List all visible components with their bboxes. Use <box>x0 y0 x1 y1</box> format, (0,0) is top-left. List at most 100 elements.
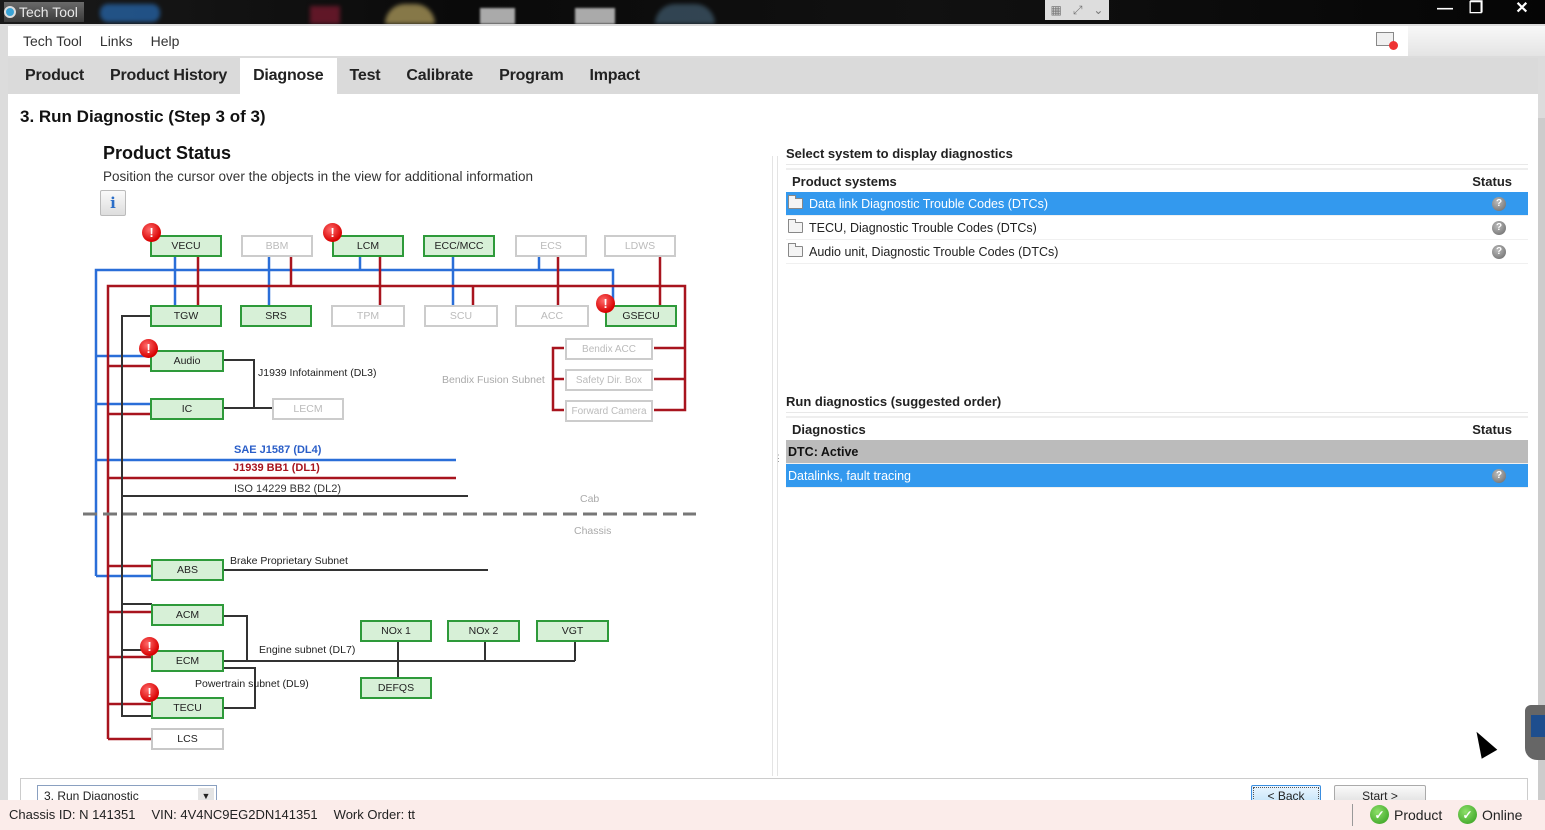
menu-bar-right <box>1408 26 1545 56</box>
col-status[interactable]: Status <box>1472 174 1512 189</box>
node-tecu[interactable]: TECU <box>151 697 224 719</box>
warning-icon: ! <box>140 637 159 656</box>
menu-tech-tool[interactable]: Tech Tool <box>23 33 82 49</box>
tab-product-history[interactable]: Product History <box>97 58 240 94</box>
node-ic[interactable]: IC <box>150 398 224 420</box>
panel-splitter[interactable]: ⋮ <box>772 156 783 776</box>
chassis-id: Chassis ID: N 141351 <box>9 807 136 822</box>
col-product-systems[interactable]: Product systems <box>792 174 897 189</box>
warning-icon: ! <box>323 223 342 242</box>
col-status[interactable]: Status <box>1472 422 1512 437</box>
warning-icon: ! <box>140 683 159 702</box>
status-separator <box>1352 804 1353 826</box>
system-row[interactable]: Data link Diagnostic Trouble Codes (DTCs… <box>786 192 1528 216</box>
diagnostics-table: Diagnostics Status DTC: Active Datalinks… <box>786 416 1528 488</box>
label-powertrain-subnet: Powertrain subnet (DL9) <box>195 678 309 690</box>
check-icon: ✓ <box>1370 805 1389 824</box>
label-engine-subnet: Engine subnet (DL7) <box>259 644 356 656</box>
background-blur <box>310 6 340 24</box>
tab-product[interactable]: Product <box>12 58 97 94</box>
warning-icon: ! <box>142 223 161 242</box>
unknown-status-icon: ? <box>1492 196 1506 211</box>
splitter-grip[interactable]: ⋮ <box>774 454 783 463</box>
node-lecm[interactable]: LECM <box>272 398 344 420</box>
diagnostic-row[interactable]: Datalinks, fault tracing ? <box>786 464 1528 488</box>
app-window: Tech Tool Links Help Product Product His… <box>0 24 1545 830</box>
node-safety-dir-box[interactable]: Safety Dir. Box <box>565 369 653 391</box>
node-tgw[interactable]: TGW <box>150 305 222 327</box>
app-title-text: Tech Tool <box>19 4 78 20</box>
node-abs[interactable]: ABS <box>151 559 224 581</box>
background-blur <box>655 4 715 24</box>
menu-links[interactable]: Links <box>100 33 133 49</box>
node-defqs[interactable]: DEFQS <box>360 677 432 699</box>
node-vgt[interactable]: VGT <box>536 620 609 642</box>
folder-icon <box>788 243 803 257</box>
node-acm[interactable]: ACM <box>151 604 224 626</box>
label-infotainment: J1939 Infotainment (DL3) <box>258 367 377 379</box>
side-panel-tab[interactable] <box>1525 705 1545 760</box>
restore-button[interactable]: ❐ <box>1458 0 1494 20</box>
work-order: Work Order: tt <box>333 807 416 822</box>
node-forward-camera[interactable]: Forward Camera <box>565 400 653 422</box>
product-indicator[interactable]: ✓ Product <box>1370 805 1442 824</box>
warning-icon: ! <box>596 294 615 313</box>
background-blur <box>385 4 435 24</box>
message-alert-icon[interactable] <box>1376 32 1398 50</box>
node-nox2[interactable]: NOx 2 <box>447 620 520 642</box>
node-lcs[interactable]: LCS <box>151 728 224 750</box>
group-label: DTC: Active <box>788 444 859 459</box>
node-scu[interactable]: SCU <box>424 305 498 327</box>
tab-program[interactable]: Program <box>486 58 576 94</box>
label-bendix-subnet: Bendix Fusion Subnet <box>442 374 545 386</box>
window-edge <box>1538 118 1545 800</box>
system-row[interactable]: TECU, Diagnostic Trouble Codes (DTCs) ? <box>786 216 1528 240</box>
tab-test[interactable]: Test <box>337 58 394 94</box>
check-icon: ✓ <box>1458 805 1477 824</box>
node-ldws[interactable]: LDWS <box>604 235 676 257</box>
label-j1939-bb1: J1939 BB1 (DL1) <box>233 462 320 474</box>
tab-impact[interactable]: Impact <box>577 58 653 94</box>
online-indicator-label: Online <box>1482 806 1523 823</box>
chevron-down-icon[interactable]: ⌄ <box>1093 3 1103 17</box>
tab-diagnose[interactable]: Diagnose <box>240 58 337 94</box>
col-diagnostics[interactable]: Diagnostics <box>792 422 866 437</box>
section-divider <box>786 412 1528 413</box>
node-ecs[interactable]: ECS <box>515 235 587 257</box>
background-blur <box>575 8 615 24</box>
system-row[interactable]: Audio unit, Diagnostic Trouble Codes (DT… <box>786 240 1528 264</box>
node-ecc-mcc[interactable]: ECC/MCC <box>423 235 495 257</box>
node-nox1[interactable]: NOx 1 <box>360 620 432 642</box>
menu-bar: Tech Tool Links Help <box>8 26 1408 56</box>
label-sae-j1587: SAE J1587 (DL4) <box>234 444 322 456</box>
folder-icon <box>788 219 803 233</box>
node-lcm[interactable]: LCM <box>332 235 404 257</box>
system-label: TECU, Diagnostic Trouble Codes (DTCs) <box>809 220 1037 235</box>
unknown-status-icon: ? <box>1492 468 1506 483</box>
menu-help[interactable]: Help <box>151 33 180 49</box>
node-srs[interactable]: SRS <box>240 305 312 327</box>
node-gsecu[interactable]: GSECU <box>605 305 677 327</box>
node-tpm[interactable]: TPM <box>331 305 405 327</box>
node-acc[interactable]: ACC <box>515 305 589 327</box>
diagnostics-table-header: Diagnostics Status <box>786 416 1528 440</box>
remote-toolbar[interactable]: ▦ ⤢ ⌄ <box>1045 0 1109 20</box>
main-panel: 3. Run Diagnostic (Step 3 of 3) Product … <box>8 94 1538 812</box>
expand-icon[interactable]: ⤢ <box>1073 3 1083 18</box>
node-vecu[interactable]: VECU <box>150 235 222 257</box>
node-bendix-acc[interactable]: Bendix ACC <box>565 338 653 360</box>
online-indicator[interactable]: ✓ Online <box>1458 805 1522 824</box>
node-audio[interactable]: Audio <box>150 350 224 372</box>
warning-icon: ! <box>139 339 158 358</box>
grid-icon[interactable]: ▦ <box>1050 3 1061 17</box>
close-button[interactable]: ✕ <box>1504 0 1540 20</box>
systems-table: Product systems Status Data link Diagnos… <box>786 168 1528 264</box>
app-title: Tech Tool <box>4 2 84 22</box>
node-bbm[interactable]: BBM <box>241 235 313 257</box>
node-ecm[interactable]: ECM <box>151 650 224 672</box>
folder-open-icon <box>788 195 803 209</box>
diagnostics-group-row[interactable]: DTC: Active <box>786 440 1528 464</box>
tab-calibrate[interactable]: Calibrate <box>393 58 486 94</box>
main-tabs: Product Product History Diagnose Test Ca… <box>8 58 1538 94</box>
label-chassis: Chassis <box>574 525 612 537</box>
